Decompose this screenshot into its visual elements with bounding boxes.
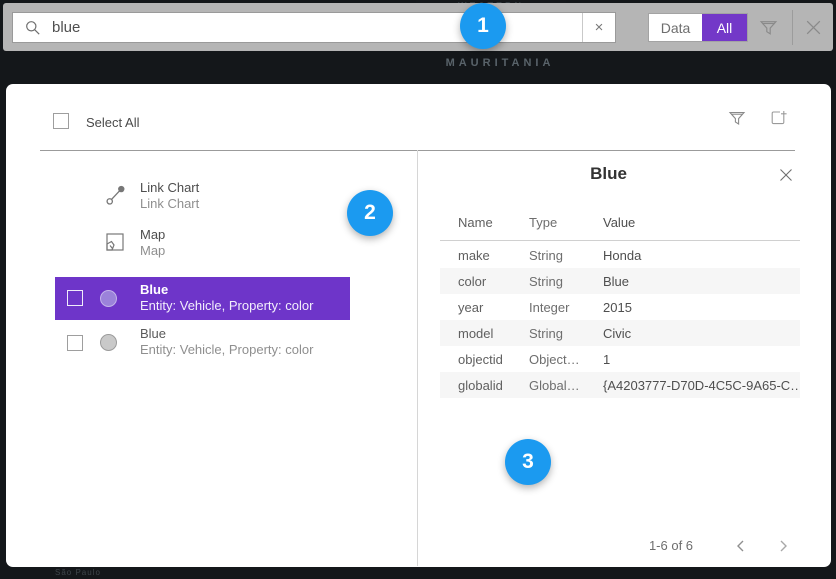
cell-type: Integer xyxy=(529,300,603,315)
table-row[interactable]: objectid Object… 1 xyxy=(440,346,800,372)
cell-name: globalid xyxy=(458,378,529,393)
cell-type: String xyxy=(529,248,603,263)
item-title: Map xyxy=(140,227,165,243)
item-subtitle: Entity: Vehicle, Property: color xyxy=(140,298,313,313)
app-root: { "map": { "label_top": "WESTERN", "labe… xyxy=(0,0,836,579)
attribute-table: make String Honda color String Blue year… xyxy=(440,242,800,398)
column-value: Value xyxy=(603,215,800,230)
table-row[interactable]: year Integer 2015 xyxy=(440,294,800,320)
callout-badge-1: 1 xyxy=(460,3,506,49)
list-item-blue-selected[interactable]: Blue Entity: Vehicle, Property: color xyxy=(55,277,350,320)
search-box[interactable]: × xyxy=(12,12,616,43)
column-name: Name xyxy=(458,215,529,230)
cell-value: Blue xyxy=(603,274,800,289)
search-icon xyxy=(25,20,41,36)
detail-close-icon[interactable] xyxy=(778,167,794,183)
clear-search-button[interactable]: × xyxy=(582,13,615,42)
results-filter-icon[interactable] xyxy=(728,109,746,127)
cell-name: model xyxy=(458,326,529,341)
item-checkbox[interactable] xyxy=(67,335,83,351)
cell-type: Global… xyxy=(529,378,603,393)
cell-value: Civic xyxy=(603,326,800,341)
close-search-icon[interactable] xyxy=(804,18,823,37)
table-header-divider xyxy=(440,240,800,241)
entity-circle-icon xyxy=(100,334,117,351)
table-row[interactable]: model String Civic xyxy=(440,320,800,346)
toolbar-divider xyxy=(792,10,793,45)
table-row[interactable]: color String Blue xyxy=(440,268,800,294)
search-results-dialog: Select All Link Chart Link Chart Map Map… xyxy=(6,84,831,567)
item-title: Blue xyxy=(140,282,168,297)
cell-value: 2015 xyxy=(603,300,800,315)
data-all-toggle: Data All xyxy=(648,13,748,42)
add-to-selection-icon[interactable] xyxy=(769,109,788,128)
list-item-blue[interactable]: Blue Entity: Vehicle, Property: color xyxy=(55,325,355,365)
cell-name: year xyxy=(458,300,529,315)
cell-type: String xyxy=(529,274,603,289)
pagination-label: 1-6 of 6 xyxy=(626,538,716,553)
item-subtitle: Map xyxy=(140,243,165,259)
select-all-checkbox[interactable] xyxy=(53,113,69,129)
panel-divider xyxy=(417,150,418,566)
callout-badge-3: 3 xyxy=(505,439,551,485)
item-subtitle: Link Chart xyxy=(140,196,199,212)
entity-circle-icon xyxy=(100,290,117,307)
cell-value: {A4203777-D70D-4C5C-9A65-C… xyxy=(603,378,800,393)
table-header: Name Type Value xyxy=(440,215,800,230)
item-title: Link Chart xyxy=(140,180,199,196)
table-row[interactable]: globalid Global… {A4203777-D70D-4C5C-9A6… xyxy=(440,372,800,398)
pagination-prev-icon[interactable] xyxy=(732,537,750,555)
cell-name: make xyxy=(458,248,529,263)
column-type: Type xyxy=(529,215,603,230)
table-row[interactable]: make String Honda xyxy=(440,242,800,268)
detail-title: Blue xyxy=(506,164,711,184)
cell-type: String xyxy=(529,326,603,341)
cell-name: objectid xyxy=(458,352,529,367)
map-icon xyxy=(105,232,125,252)
search-toolbar: × Data All xyxy=(3,3,833,51)
link-chart-icon xyxy=(105,184,127,206)
map-label-sao-paulo: São Paulo xyxy=(55,568,101,577)
toggle-option-all[interactable]: All xyxy=(702,14,747,41)
item-title: Blue xyxy=(140,326,313,342)
cell-value: Honda xyxy=(603,248,800,263)
select-all-label: Select All xyxy=(86,115,139,130)
toggle-option-data[interactable]: Data xyxy=(649,14,702,41)
item-subtitle: Entity: Vehicle, Property: color xyxy=(140,342,313,358)
cell-type: Object… xyxy=(529,352,603,367)
pagination-next-icon[interactable] xyxy=(774,537,792,555)
item-checkbox[interactable] xyxy=(67,290,83,306)
cell-value: 1 xyxy=(603,352,800,367)
callout-badge-2: 2 xyxy=(347,190,393,236)
cell-name: color xyxy=(458,274,529,289)
filter-icon[interactable] xyxy=(759,18,778,37)
map-label-mauritania: MAURITANIA xyxy=(390,57,610,69)
